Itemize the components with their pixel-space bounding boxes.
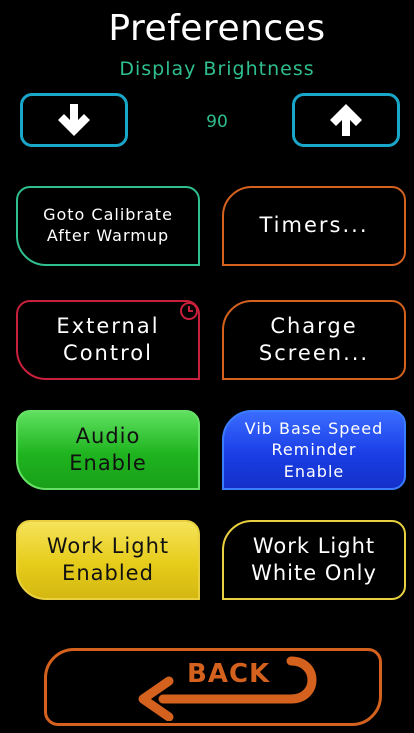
work-light-enabled-button[interactable]: Work Light Enabled: [16, 520, 200, 600]
external-control-line1: External: [56, 313, 160, 338]
goto-calibrate-line2: After Warmup: [46, 226, 170, 245]
charge-screen-button[interactable]: Charge Screen...: [222, 300, 406, 380]
charge-screen-line1: Charge: [270, 313, 358, 338]
vib-base-speed-reminder-button[interactable]: Vib Base Speed Reminder Enable: [222, 410, 406, 490]
work-light-white-line2: White Only: [251, 561, 377, 585]
arrow-up-icon: [330, 104, 362, 136]
work-light-enabled-line1: Work Light: [46, 533, 170, 558]
brightness-value: 90: [206, 112, 228, 132]
charge-screen-line2: Screen...: [258, 341, 370, 365]
timers-button[interactable]: Timers...: [222, 186, 406, 266]
arrow-down-icon: [58, 104, 90, 136]
back-button[interactable]: BACK: [44, 648, 382, 726]
vib-base-speed-line2: Reminder: [271, 440, 357, 460]
goto-calibrate-button[interactable]: Goto Calibrate After Warmup: [16, 186, 200, 266]
external-control-line2: Control: [63, 341, 153, 365]
external-control-button[interactable]: External Control: [16, 300, 200, 380]
work-light-white-only-button[interactable]: Work Light White Only: [222, 520, 406, 600]
vib-base-speed-line3: Enable: [283, 461, 345, 481]
clock-icon: [180, 302, 198, 320]
back-label: BACK: [187, 659, 271, 689]
goto-calibrate-line1: Goto Calibrate: [43, 205, 173, 225]
audio-enable-line2: Enable: [69, 451, 147, 475]
brightness-down-button[interactable]: [20, 93, 128, 147]
vib-base-speed-line1: Vib Base Speed: [244, 418, 384, 438]
brightness-up-button[interactable]: [292, 93, 400, 147]
work-light-white-line1: Work Light: [252, 533, 376, 558]
audio-enable-button[interactable]: Audio Enable: [16, 410, 200, 490]
preferences-screen: Preferences Display Brightness 90 Goto C…: [4, 0, 410, 733]
audio-enable-line1: Audio: [75, 423, 141, 448]
work-light-enabled-line2: Enabled: [62, 561, 154, 585]
timers-label: Timers...: [259, 213, 369, 238]
page-title: Preferences: [108, 8, 326, 49]
page-subtitle: Display Brightness: [119, 58, 315, 80]
